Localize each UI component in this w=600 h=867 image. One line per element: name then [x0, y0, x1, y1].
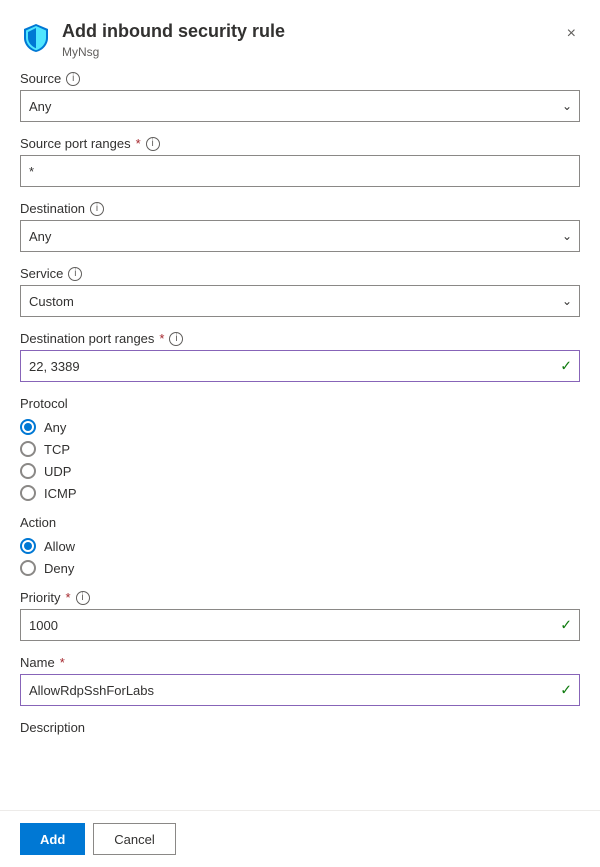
dest-port-info-icon[interactable]: i: [169, 332, 183, 346]
action-deny-item[interactable]: Deny: [20, 560, 580, 576]
source-port-input-wrapper: [20, 155, 580, 187]
protocol-any-radio[interactable]: [20, 419, 36, 435]
source-port-input[interactable]: [20, 155, 580, 187]
protocol-icmp-radio[interactable]: [20, 485, 36, 501]
source-label: Source i: [20, 71, 580, 86]
protocol-label: Protocol: [20, 396, 580, 411]
protocol-tcp-label: TCP: [44, 442, 70, 457]
dest-port-valid-icon: ✓: [560, 358, 572, 375]
name-group: Name * ✓: [20, 655, 580, 706]
source-info-icon[interactable]: i: [66, 72, 80, 86]
destination-select[interactable]: Any IP Addresses Service Tag Application…: [20, 220, 580, 252]
close-button[interactable]: ×: [563, 22, 580, 46]
action-deny-radio[interactable]: [20, 560, 36, 576]
protocol-any-item[interactable]: Any: [20, 419, 580, 435]
priority-group: Priority * i ✓: [20, 590, 580, 641]
protocol-tcp-item[interactable]: TCP: [20, 441, 580, 457]
nsg-icon: [20, 22, 52, 54]
dest-port-group: Destination port ranges * i ✓: [20, 331, 580, 382]
service-info-icon[interactable]: i: [68, 267, 82, 281]
name-required-star: *: [60, 655, 65, 670]
add-inbound-rule-dialog: Add inbound security rule MyNsg × Source…: [0, 0, 600, 867]
protocol-udp-label: UDP: [44, 464, 71, 479]
dialog-title: Add inbound security rule: [62, 20, 563, 43]
action-deny-label: Deny: [44, 561, 74, 576]
service-select-wrapper: Custom HTTP HTTPS RDP SSH ⌄: [20, 285, 580, 317]
add-button[interactable]: Add: [20, 823, 85, 855]
action-section: Action Allow Deny: [20, 515, 580, 576]
destination-info-icon[interactable]: i: [90, 202, 104, 216]
dest-port-input[interactable]: [20, 350, 580, 382]
dialog-header: Add inbound security rule MyNsg ×: [0, 0, 600, 71]
protocol-radio-group: Any TCP UDP ICMP: [20, 419, 580, 501]
action-label: Action: [20, 515, 580, 530]
destination-select-wrapper: Any IP Addresses Service Tag Application…: [20, 220, 580, 252]
action-allow-item[interactable]: Allow: [20, 538, 580, 554]
priority-info-icon[interactable]: i: [76, 591, 90, 605]
service-label: Service i: [20, 266, 580, 281]
name-input-wrapper: ✓: [20, 674, 580, 706]
priority-input-wrapper: ✓: [20, 609, 580, 641]
protocol-icmp-label: ICMP: [44, 486, 77, 501]
protocol-section: Protocol Any TCP UDP ICMP: [20, 396, 580, 501]
dest-port-label: Destination port ranges * i: [20, 331, 580, 346]
protocol-any-label: Any: [44, 420, 66, 435]
priority-valid-icon: ✓: [560, 617, 572, 634]
action-radio-group: Allow Deny: [20, 538, 580, 576]
protocol-tcp-radio[interactable]: [20, 441, 36, 457]
dialog-subtitle: MyNsg: [62, 45, 563, 59]
source-port-info-icon[interactable]: i: [146, 137, 160, 151]
source-select[interactable]: Any IP Addresses Service Tag Application…: [20, 90, 580, 122]
priority-input[interactable]: [20, 609, 580, 641]
protocol-udp-radio[interactable]: [20, 463, 36, 479]
cancel-button[interactable]: Cancel: [93, 823, 175, 855]
dest-port-required-star: *: [159, 331, 164, 346]
name-label: Name *: [20, 655, 580, 670]
action-allow-radio[interactable]: [20, 538, 36, 554]
action-allow-label: Allow: [44, 539, 75, 554]
header-text: Add inbound security rule MyNsg: [62, 20, 563, 59]
dialog-body: Source i Any IP Addresses Service Tag Ap…: [0, 71, 600, 810]
source-select-wrapper: Any IP Addresses Service Tag Application…: [20, 90, 580, 122]
priority-label: Priority * i: [20, 590, 580, 605]
name-valid-icon: ✓: [560, 682, 572, 699]
protocol-udp-item[interactable]: UDP: [20, 463, 580, 479]
description-label: Description: [20, 720, 580, 735]
source-port-required-star: *: [136, 136, 141, 151]
source-group: Source i Any IP Addresses Service Tag Ap…: [20, 71, 580, 122]
description-group: Description: [20, 720, 580, 735]
destination-group: Destination i Any IP Addresses Service T…: [20, 201, 580, 252]
source-port-group: Source port ranges * i: [20, 136, 580, 187]
dest-port-input-wrapper: ✓: [20, 350, 580, 382]
source-port-label: Source port ranges * i: [20, 136, 580, 151]
service-select[interactable]: Custom HTTP HTTPS RDP SSH: [20, 285, 580, 317]
priority-required-star: *: [65, 590, 70, 605]
dialog-footer: Add Cancel: [0, 810, 600, 867]
service-group: Service i Custom HTTP HTTPS RDP SSH ⌄: [20, 266, 580, 317]
destination-label: Destination i: [20, 201, 580, 216]
name-input[interactable]: [20, 674, 580, 706]
protocol-icmp-item[interactable]: ICMP: [20, 485, 580, 501]
